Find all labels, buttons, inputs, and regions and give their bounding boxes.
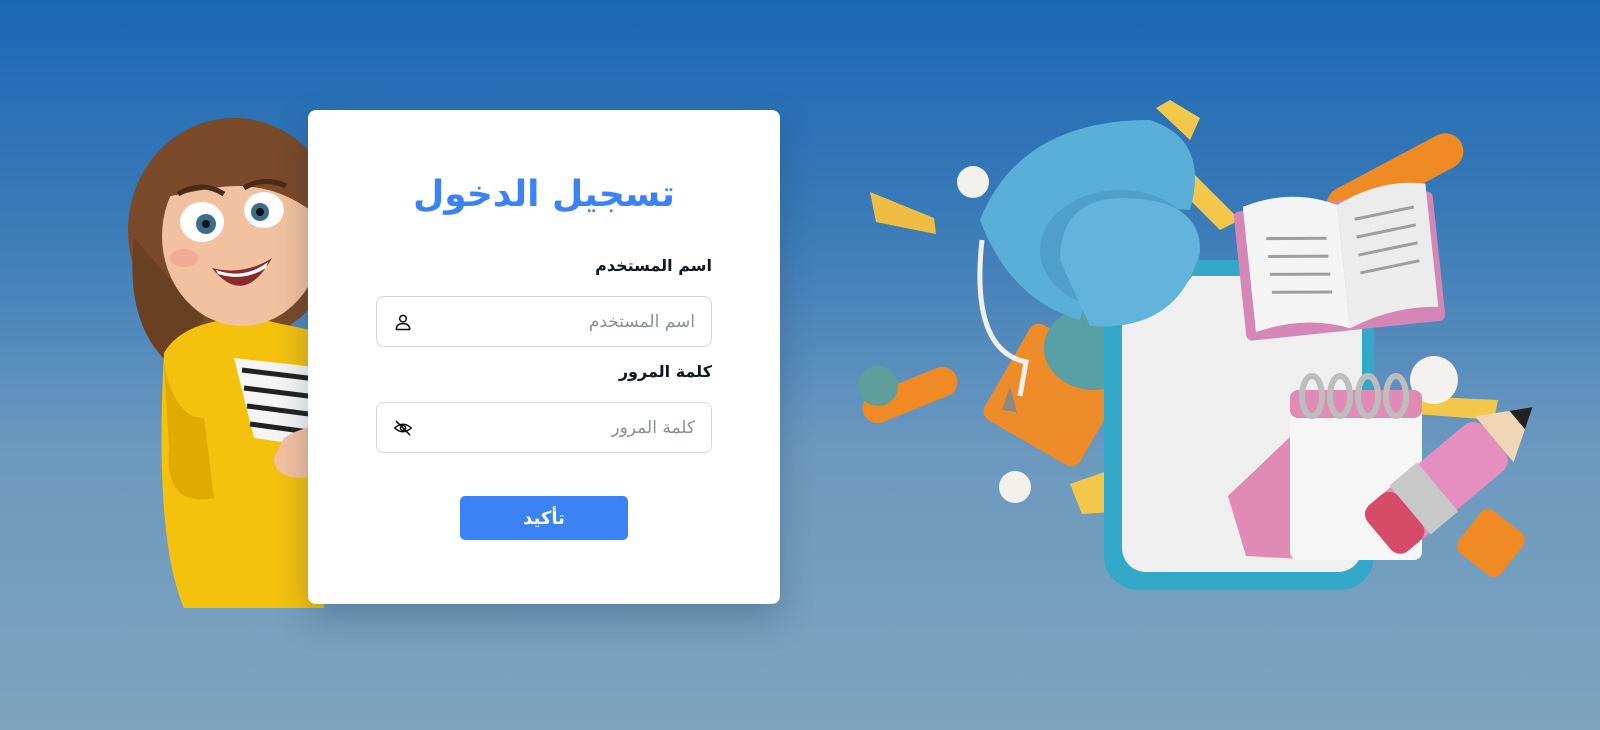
login-card: تسجيل الدخول اسم المستخدم كلمة المرور تأ… [308,110,780,604]
user-icon [395,314,411,331]
username-field [376,296,712,347]
education-illustration [858,100,1533,590]
password-field [376,402,712,453]
eye-off-icon[interactable] [393,418,413,438]
login-title: تسجيل الدخول [413,174,675,215]
password-input[interactable] [377,403,711,452]
username-input[interactable] [377,297,711,346]
submit-button[interactable]: تأكيد [460,496,628,540]
password-label: كلمة المرور [618,362,712,381]
username-label: اسم المستخدم [595,256,712,275]
